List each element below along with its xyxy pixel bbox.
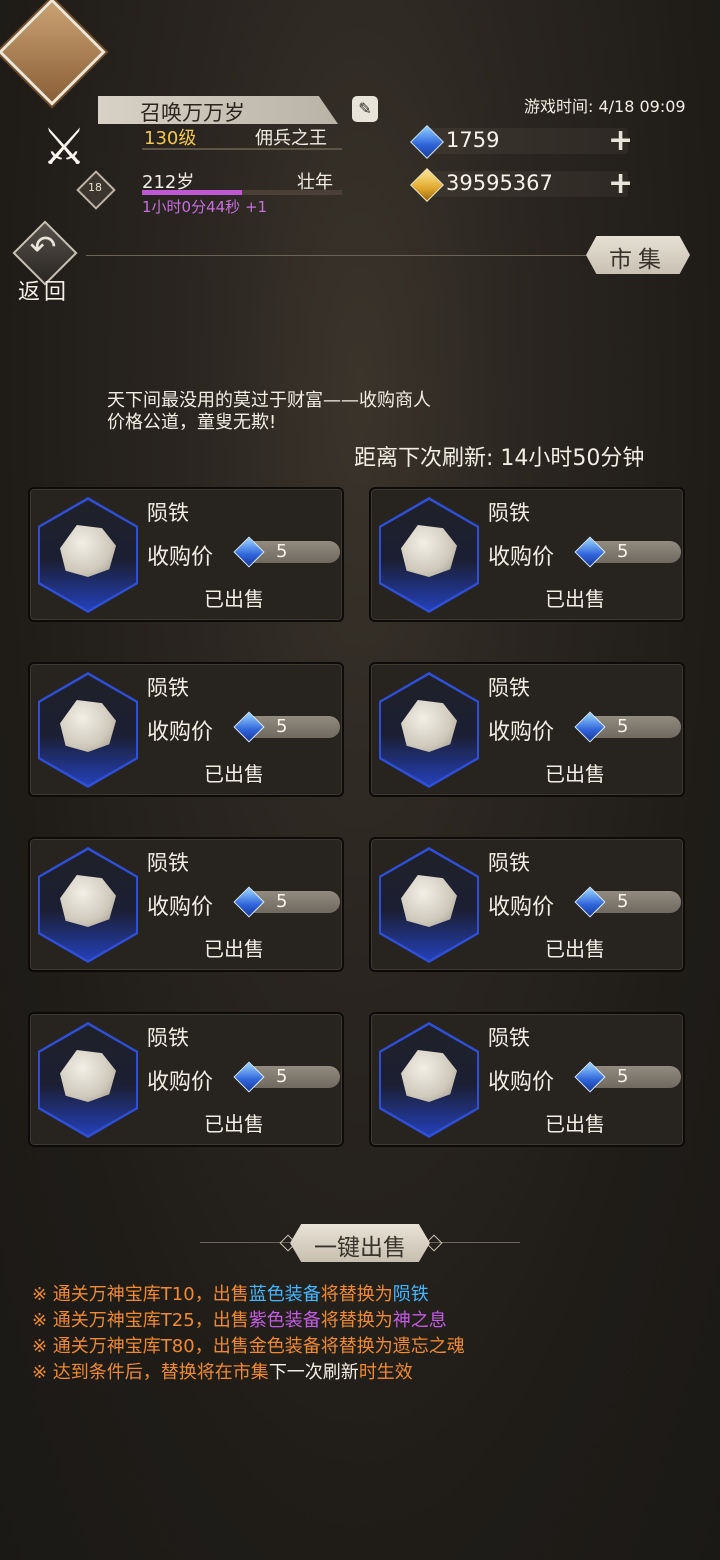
sold-status: 已出售 [545,762,605,786]
note-segment: ※ 通关万神宝库T25，出售 [32,1310,249,1331]
note-segment: 陨铁 [392,1284,429,1305]
sell-divider-right [430,1242,520,1243]
sold-status: 已出售 [204,1112,264,1136]
tab-market-label: 市集 [609,247,667,273]
item-card[interactable]: 陨铁收购价 5 已出售 [28,1012,344,1147]
price-value: 5 [276,716,288,737]
gem-count: 1759 [446,128,500,152]
item-name: 陨铁 [488,1026,530,1050]
item-card[interactable]: 陨铁收购价 5 已出售 [369,662,685,797]
price-value: 5 [276,891,288,912]
item-card[interactable]: 陨铁收购价 5 已出售 [28,487,344,622]
rule-note: ※ 达到条件后，替换将在市集下一次刷新时生效 [32,1358,413,1384]
item-name: 陨铁 [147,1026,189,1050]
rule-note: ※ 通关万神宝库T10，出售蓝色装备将替换为陨铁 [32,1280,429,1306]
price-label: 收购价 [488,720,555,745]
gold-count: 39595367 [446,171,553,195]
player-title: 佣兵之王 [255,128,327,149]
divider [142,148,342,150]
note-segment: 将替换为 [320,1284,393,1305]
sold-status: 已出售 [204,587,264,611]
add-gems-plus-icon[interactable]: + [608,126,633,156]
sold-status: 已出售 [545,1112,605,1136]
price-value: 5 [276,541,288,562]
item-card[interactable]: 陨铁收购价 5 已出售 [369,1012,685,1147]
sell-divider-left [200,1242,290,1243]
rule-note: ※ 通关万神宝库T25，出售紫色装备将替换为神之息 [32,1306,447,1332]
back-arrow-icon: ↶ [29,228,57,266]
edit-name-icon[interactable]: ✎ [352,96,378,122]
game-time: 游戏时间: 4/18 09:09 [524,97,686,116]
sold-status: 已出售 [545,587,605,611]
sell-all-label: 一键出售 [314,1235,406,1261]
item-name: 陨铁 [147,501,189,525]
note-segment: 时生效 [358,1362,413,1383]
item-name: 陨铁 [147,676,189,700]
player-level: 130级 [144,128,197,149]
price-value: 5 [617,1066,629,1087]
add-gold-plus-icon[interactable]: + [608,169,633,199]
note-segment: 将替换为 [320,1310,393,1331]
note-segment: 下一次刷新 [268,1362,359,1383]
crossed-swords-icon: ⚔ [41,118,87,176]
item-card[interactable]: 陨铁收购价 5 已出售 [28,662,344,797]
rule-note: ※ 通关万神宝库T80，出售金色装备将替换为遗忘之魂 [32,1332,465,1358]
price-label: 收购价 [147,545,214,570]
player-name: 召唤万万岁 [140,101,245,125]
age-progress-fill [142,190,242,195]
note-segment: 紫色装备 [248,1310,321,1331]
note-segment: ※ 通关万神宝库T10，出售 [32,1284,249,1305]
note-segment: ※ 通关万神宝库T80，出售金色装备将替换为遗忘之魂 [32,1336,465,1357]
player-emblem[interactable] [0,0,106,106]
badge-level-text: 18 [88,181,102,194]
price-label: 收购价 [147,720,214,745]
price-value: 5 [617,541,629,562]
price-label: 收购价 [488,1070,555,1095]
note-segment: 蓝色装备 [248,1284,321,1305]
sold-status: 已出售 [545,937,605,961]
price-value: 5 [617,891,629,912]
merchant-slogan-line2: 价格公道，童叟无欺! [107,412,277,433]
price-label: 收购价 [147,1070,214,1095]
age-timer: 1小时0分44秒 +1 [142,198,268,216]
item-card[interactable]: 陨铁收购价 5 已出售 [28,837,344,972]
price-value: 5 [617,716,629,737]
price-value: 5 [276,1066,288,1087]
note-segment: ※ 达到条件后，替换将在市集 [32,1362,269,1383]
item-name: 陨铁 [147,851,189,875]
header-divider [86,255,586,256]
sold-status: 已出售 [204,762,264,786]
note-segment: 神之息 [392,1310,447,1331]
sold-status: 已出售 [204,937,264,961]
refresh-countdown: 距离下次刷新: 14小时50分钟 [354,446,645,471]
item-card[interactable]: 陨铁收购价 5 已出售 [369,837,685,972]
item-name: 陨铁 [488,501,530,525]
item-name: 陨铁 [488,676,530,700]
item-card[interactable]: 陨铁收购价 5 已出售 [369,487,685,622]
price-label: 收购价 [147,895,214,920]
price-label: 收购价 [488,545,555,570]
price-label: 收购价 [488,895,555,920]
item-name: 陨铁 [488,851,530,875]
back-label[interactable]: 返回 [18,274,70,306]
